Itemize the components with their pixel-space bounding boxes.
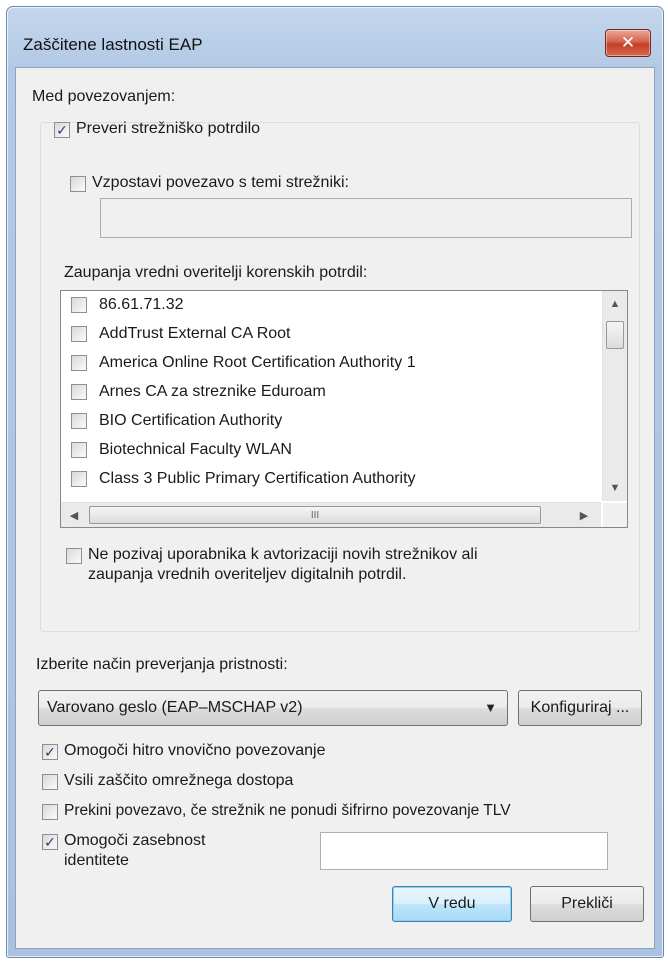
scroll-grip-icon: III — [310, 509, 320, 521]
dialog-window: Zaščitene lastnosti EAP ✕ Med povezovanj… — [6, 6, 664, 958]
do-not-prompt-label: Ne pozivaj uporabnika k avtorizaciji nov… — [88, 546, 478, 584]
list-item[interactable]: Arnes CA za streznike Eduroam — [71, 378, 326, 406]
verify-server-cert-label: Preveri strežniško potrdilo — [76, 120, 261, 137]
identity-privacy-label-line1: Omogoči zasebnost — [64, 832, 206, 849]
identity-privacy-label: Omogoči zasebnost identitete — [64, 832, 205, 870]
identity-privacy-checkbox[interactable]: ✓ Omogoči zasebnost identitete — [42, 832, 205, 870]
list-item-label: Biotechnical Faculty WLAN — [99, 441, 292, 458]
checkbox-box[interactable]: ✓ — [42, 744, 58, 760]
fast-reconnect-checkbox[interactable]: ✓ Omogoči hitro vnovično povezovanje — [42, 742, 325, 760]
scroll-left-icon[interactable]: ◀ — [65, 506, 83, 524]
disconnect-no-tlv-label: Prekini povezavo, če strežnik ne ponudi … — [64, 802, 511, 819]
list-item-label: Arnes CA za streznike Eduroam — [99, 383, 326, 400]
checkbox-box[interactable] — [42, 774, 58, 790]
ok-button[interactable]: V redu — [392, 886, 512, 922]
list-item-label: AddTrust External CA Root — [99, 325, 291, 342]
configure-button[interactable]: Konfiguriraj ... — [518, 690, 642, 726]
dialog-client-area: Med povezovanjem: ✓ Preveri strežniško p… — [15, 67, 655, 949]
checkbox-box[interactable] — [71, 355, 87, 371]
checkbox-box[interactable] — [71, 442, 87, 458]
checkbox-box[interactable] — [71, 384, 87, 400]
trusted-roots-label: Zaupanja vredni overitelji korenskih pot… — [64, 264, 368, 281]
list-item-label: BIO Certification Authority — [99, 412, 283, 429]
do-not-prompt-checkbox[interactable]: Ne pozivaj uporabnika k avtorizaciji nov… — [66, 546, 478, 584]
identity-privacy-label-line2: identitete — [64, 852, 129, 869]
enforce-nap-label: Vsili zaščito omrežnega dostopa — [64, 772, 294, 789]
horizontal-scrollbar[interactable]: ◀ III ▶ — [61, 502, 601, 527]
list-item[interactable]: BIO Certification Authority — [71, 407, 282, 435]
cancel-button-label: Prekliči — [561, 895, 613, 912]
checkbox-box[interactable] — [66, 548, 82, 564]
check-icon: ✓ — [56, 122, 68, 138]
enforce-nap-checkbox[interactable]: Vsili zaščito omrežnega dostopa — [42, 772, 293, 790]
checkbox-box[interactable] — [71, 297, 87, 313]
ok-button-label: V redu — [428, 895, 476, 912]
servers-input[interactable] — [100, 198, 632, 238]
scroll-right-icon[interactable]: ▶ — [575, 506, 593, 524]
checkbox-box[interactable]: ✓ — [54, 122, 70, 138]
auth-method-dropdown[interactable]: Varovano geslo (EAP–MSCHAP v2) ▼ — [38, 690, 508, 726]
connection-heading: Med povezovanjem: — [32, 88, 176, 105]
checkbox-box[interactable] — [71, 471, 87, 487]
list-item[interactable]: America Online Root Certification Author… — [71, 349, 416, 377]
scroll-corner — [603, 503, 627, 527]
close-icon: ✕ — [620, 33, 636, 52]
scroll-up-icon[interactable]: ▲ — [606, 295, 624, 313]
list-item[interactable]: 86.61.71.32 — [71, 291, 184, 319]
title-bar[interactable]: Zaščitene lastnosti EAP ✕ — [7, 7, 663, 71]
scroll-down-icon[interactable]: ▼ — [606, 479, 624, 497]
auth-method-label: Izberite način preverjanja pristnosti: — [36, 656, 288, 673]
list-item[interactable]: Biotechnical Faculty WLAN — [71, 436, 292, 464]
chevron-down-icon: ▼ — [484, 700, 497, 715]
checkbox-box[interactable] — [71, 413, 87, 429]
connect-to-servers-label: Vzpostavi povezavo s temi strežniki: — [92, 174, 349, 191]
list-item-label: America Online Root Certification Author… — [99, 354, 416, 371]
connect-to-servers-checkbox[interactable]: Vzpostavi povezavo s temi strežniki: — [70, 174, 349, 192]
window-title: Zaščitene lastnosti EAP — [23, 35, 203, 54]
horizontal-scroll-thumb[interactable]: III — [89, 506, 541, 524]
checkbox-box[interactable]: ✓ — [42, 834, 58, 850]
list-item-label: 86.61.71.32 — [99, 296, 184, 313]
vertical-scroll-thumb[interactable] — [606, 321, 624, 349]
close-button[interactable]: ✕ — [605, 29, 651, 57]
fast-reconnect-label: Omogoči hitro vnovično povezovanje — [64, 742, 326, 759]
auth-method-selected: Varovano geslo (EAP–MSCHAP v2) — [47, 699, 303, 716]
checkbox-box[interactable] — [71, 326, 87, 342]
do-not-prompt-label-line2: zaupanja vrednih overiteljev digitalnih … — [88, 566, 407, 583]
trusted-roots-listbox[interactable]: 86.61.71.32 AddTrust External CA Root Am… — [60, 290, 628, 528]
cancel-button[interactable]: Prekliči — [530, 886, 644, 922]
do-not-prompt-label-line1: Ne pozivaj uporabnika k avtorizaciji nov… — [88, 546, 478, 563]
checkbox-box[interactable] — [70, 176, 86, 192]
verify-server-cert-checkbox[interactable]: ✓ Preveri strežniško potrdilo — [54, 120, 260, 138]
vertical-scrollbar[interactable]: ▲ ▼ — [602, 291, 627, 501]
check-icon: ✓ — [44, 834, 56, 850]
checkbox-box[interactable] — [42, 804, 58, 820]
list-item[interactable]: AddTrust External CA Root — [71, 320, 291, 348]
identity-input[interactable] — [320, 832, 608, 870]
list-item-label: Class 3 Public Primary Certification Aut… — [99, 470, 416, 487]
list-item[interactable]: Class 3 Public Primary Certification Aut… — [71, 465, 416, 493]
check-icon: ✓ — [44, 744, 56, 760]
configure-button-label: Konfiguriraj ... — [530, 699, 630, 716]
disconnect-no-tlv-checkbox[interactable]: Prekini povezavo, če strežnik ne ponudi … — [42, 802, 511, 820]
